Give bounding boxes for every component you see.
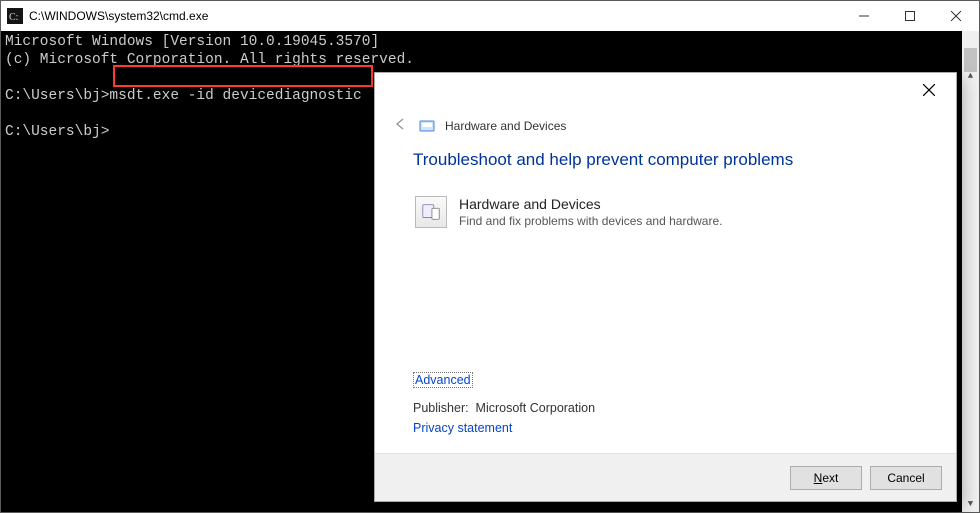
option-hardware-devices[interactable]: Hardware and Devices Find and fix proble… xyxy=(413,192,918,232)
scroll-thumb[interactable] xyxy=(964,48,977,72)
cmd-line-copyright: (c) Microsoft Corporation. All rights re… xyxy=(5,52,414,68)
dialog-breadcrumb: Hardware and Devices xyxy=(445,119,566,133)
dialog-close-button[interactable] xyxy=(906,75,952,105)
dialog-content: Troubleshoot and help prevent computer p… xyxy=(375,142,956,373)
dialog-footer: Next Cancel xyxy=(375,453,956,501)
svg-text:C:: C: xyxy=(9,12,18,23)
scroll-down-icon[interactable]: ▼ xyxy=(962,495,979,512)
back-arrow-icon[interactable] xyxy=(393,117,409,134)
troubleshooter-dialog: Hardware and Devices Troubleshoot and he… xyxy=(374,72,957,502)
devices-icon xyxy=(415,196,447,228)
advanced-link[interactable]: Advanced xyxy=(413,372,473,388)
publisher-label: Publisher: xyxy=(413,401,469,415)
publisher-value: Microsoft Corporation xyxy=(476,401,596,415)
privacy-statement-link[interactable]: Privacy statement xyxy=(413,421,512,435)
cmd-icon: C: xyxy=(7,8,23,24)
close-button[interactable] xyxy=(933,1,979,31)
troubleshoot-icon xyxy=(419,118,435,134)
cancel-button[interactable]: Cancel xyxy=(870,466,942,490)
option-description: Find and fix problems with devices and h… xyxy=(459,214,722,228)
cmd-prompt-2: C:\Users\bj> xyxy=(5,124,109,140)
option-title: Hardware and Devices xyxy=(459,196,722,212)
dialog-title: Troubleshoot and help prevent computer p… xyxy=(413,150,918,170)
cmd-titlebar[interactable]: C: C:\WINDOWS\system32\cmd.exe xyxy=(1,1,979,31)
minimize-button[interactable] xyxy=(841,1,887,31)
dialog-header: Hardware and Devices xyxy=(375,113,956,142)
cmd-title: C:\WINDOWS\system32\cmd.exe xyxy=(29,9,208,23)
dialog-lower: Advanced Publisher: Microsoft Corporatio… xyxy=(375,373,956,453)
cmd-prompt-1-prefix: C:\Users\bj> xyxy=(5,88,109,104)
cmd-scrollbar[interactable]: ▲ ▼ xyxy=(962,31,979,512)
cmd-line-version: Microsoft Windows [Version 10.0.19045.35… xyxy=(5,34,379,50)
maximize-button[interactable] xyxy=(887,1,933,31)
next-button[interactable]: Next xyxy=(790,466,862,490)
cmd-prompt-1-command: msdt.exe -id devicediagnostic xyxy=(109,88,361,104)
